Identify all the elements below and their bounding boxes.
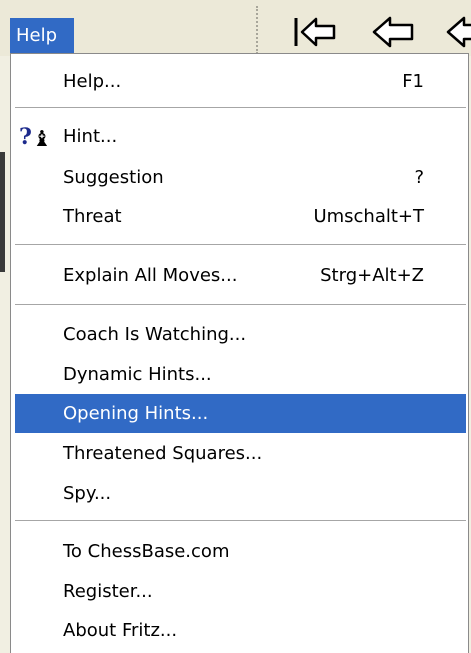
menu-item-label: Threatened Squares... [63, 443, 263, 464]
menu-item-label: Opening Hints... [63, 403, 209, 424]
help-menu-dropdown: Help... F1 ? ♝ Hint... Suggestion ? Thre… [10, 53, 469, 653]
menu-bar: Help [0, 0, 471, 56]
hint-icon: ? ♝ [19, 123, 53, 152]
menu-item-label: About Fritz... [63, 620, 178, 641]
menu-item-label: To ChessBase.com [63, 541, 230, 562]
menu-item-shortcut: Umschalt+T [313, 206, 424, 227]
menu-item-label: Help... [63, 71, 122, 92]
menu-item-coach-is-watching[interactable]: Coach Is Watching... [15, 315, 466, 354]
menu-item-label: Spy... [63, 483, 112, 504]
window-edge [0, 152, 5, 272]
menu-item-register[interactable]: Register... [15, 572, 466, 611]
menu-item-opening-hints[interactable]: Opening Hints... [15, 394, 466, 433]
menu-separator [15, 107, 466, 109]
menu-item-label: Suggestion [63, 167, 164, 188]
next-icon[interactable] [442, 10, 471, 54]
menu-item-label: Register... [63, 581, 153, 602]
menu-item-label: Threat [63, 206, 122, 227]
svg-text:?: ? [19, 124, 32, 149]
menu-help[interactable]: Help [10, 18, 74, 53]
go-to-start-icon[interactable] [290, 10, 340, 54]
menu-item-shortcut: F1 [402, 71, 424, 92]
svg-text:♝: ♝ [32, 127, 52, 149]
menu-item-suggestion[interactable]: Suggestion ? [15, 158, 466, 197]
menu-item-spy[interactable]: Spy... [15, 474, 466, 513]
menu-item-dynamic-hints[interactable]: Dynamic Hints... [15, 355, 466, 394]
menu-item-help[interactable]: Help... F1 [15, 62, 466, 101]
menu-separator [15, 304, 466, 306]
menu-item-label: Coach Is Watching... [63, 324, 247, 345]
menu-separator [15, 520, 466, 522]
menu-item-explain-all-moves[interactable]: Explain All Moves... Strg+Alt+Z [15, 256, 466, 295]
menu-item-label: Dynamic Hints... [63, 364, 212, 385]
menu-separator [15, 244, 466, 246]
menu-item-to-chessbase[interactable]: To ChessBase.com [15, 532, 466, 571]
menu-item-hint[interactable]: ? ♝ Hint... [15, 117, 466, 156]
toolbar-separator [256, 6, 262, 54]
menu-item-shortcut: ? [414, 167, 424, 188]
menu-item-label: Explain All Moves... [63, 265, 238, 286]
back-icon[interactable] [368, 10, 418, 54]
menu-item-label: Hint... [63, 126, 118, 147]
menu-item-threat[interactable]: Threat Umschalt+T [15, 197, 466, 236]
menu-item-about-fritz[interactable]: About Fritz... [15, 611, 466, 650]
menu-item-threatened-squares[interactable]: Threatened Squares... [15, 434, 466, 473]
menu-item-shortcut: Strg+Alt+Z [320, 265, 424, 286]
